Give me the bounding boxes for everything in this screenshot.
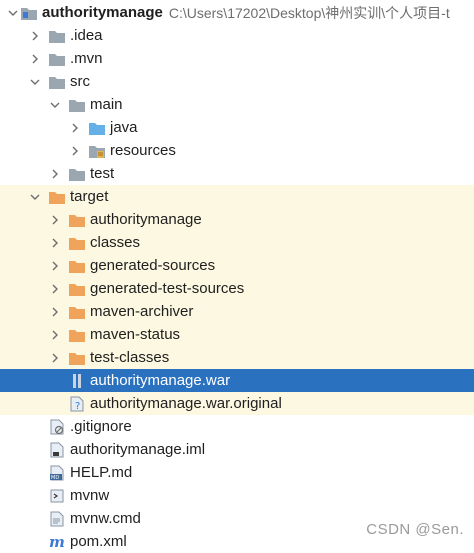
chevron-right-icon[interactable] [48,351,62,365]
chevron-right-icon[interactable] [48,259,62,273]
tree-item-label: authoritymanage.iml [70,441,206,458]
tree-item-label: src [70,73,90,90]
tree-item-iml[interactable]: authoritymanage.iml [0,438,474,461]
tree-item-label: pom.xml [70,533,127,550]
tree-item-maven-archiver[interactable]: maven-archiver [0,300,474,323]
watermark-text: CSDN @Sen. [366,521,464,538]
tree-item-label: java [110,119,138,136]
tree-item-label: authoritymanage.war [90,372,231,389]
chevron-right-icon[interactable] [48,213,62,227]
unknown-file-icon: ? [68,396,86,412]
chevron-down-icon[interactable] [48,98,62,112]
tree-item-mvn[interactable]: .mvn [0,47,474,70]
tree-item-label: classes [90,234,141,251]
module-file-icon [48,442,66,458]
tree-item-target[interactable]: target [0,185,474,208]
tree-item-test-classes[interactable]: test-classes [0,346,474,369]
tree-item-generated-test-sources[interactable]: generated-test-sources [0,277,474,300]
svg-text:m: m [49,534,65,550]
folder-icon [48,28,66,44]
tree-item-label: maven-status [90,326,181,343]
folder-icon [48,51,66,67]
tree-item-resources[interactable]: resources [0,139,474,162]
shell-script-icon [48,488,66,504]
tree-item-label: .gitignore [70,418,132,435]
tree-item-label: .mvn [70,50,103,67]
module-folder-icon [20,5,38,21]
chevron-right-icon[interactable] [48,167,62,181]
project-path: C:\Users\17202\Desktop\神州实训\个人项目-t [168,4,450,21]
excluded-folder-icon [68,212,86,228]
chevron-right-icon[interactable] [48,282,62,296]
excluded-folder-icon [68,327,86,343]
chevron-down-icon[interactable] [28,190,42,204]
tree-item-maven-status[interactable]: maven-status [0,323,474,346]
tree-item-label: main [90,96,123,113]
chevron-right-icon[interactable] [28,29,42,43]
tree-item-label: mvnw.cmd [70,510,141,527]
excluded-folder-icon [68,258,86,274]
tree-item-mvnw[interactable]: mvnw [0,484,474,507]
chevron-right-icon[interactable] [48,236,62,250]
tree-item-target-authoritymanage[interactable]: authoritymanage [0,208,474,231]
tree-item-label: resources [110,142,176,159]
tree-item-test[interactable]: test [0,162,474,185]
resources-folder-icon [88,143,106,159]
tree-item-label: maven-archiver [90,303,194,320]
tree-item-idea[interactable]: .idea [0,24,474,47]
chevron-right-icon[interactable] [48,305,62,319]
tree-item-war-original-file[interactable]: ? authoritymanage.war.original [0,392,474,415]
excluded-folder-icon [68,304,86,320]
tree-item-label: .idea [70,27,103,44]
excluded-folder-icon [68,350,86,366]
tree-item-label: test [90,165,115,182]
tree-item-label: mvnw [70,487,110,504]
tree-item-label: HELP.md [70,464,133,481]
tree-item-label: test-classes [90,349,170,366]
folder-icon [68,166,86,182]
tree-item-gitignore[interactable]: .gitignore [0,415,474,438]
markdown-file-icon: MD [48,465,66,481]
tree-item-src[interactable]: src [0,70,474,93]
tree-item-war-file[interactable]: authoritymanage.war [0,369,474,392]
tree-item-java[interactable]: java [0,116,474,139]
source-folder-icon [88,120,106,136]
chevron-down-icon[interactable] [6,6,20,20]
folder-icon [68,97,86,113]
excluded-folder-icon [48,189,66,205]
excluded-folder-icon [68,235,86,251]
folder-icon [48,74,66,90]
tree-item-classes[interactable]: classes [0,231,474,254]
chevron-right-icon[interactable] [28,52,42,66]
tree-item-label: generated-sources [90,257,216,274]
tree-item-project-root[interactable]: authoritymanage C:\Users\17202\Desktop\神… [0,1,474,24]
tree-item-label: target [70,188,109,205]
chevron-right-icon[interactable] [68,144,82,158]
project-name: authoritymanage [42,4,163,21]
text-file-icon [48,511,66,527]
tree-item-label: authoritymanage [90,211,202,228]
svg-text:?: ? [75,401,80,412]
chevron-right-icon[interactable] [68,121,82,135]
tree-item-label: authoritymanage.war.original [90,395,282,412]
tree-item-main[interactable]: main [0,93,474,116]
excluded-folder-icon [68,281,86,297]
chevron-right-icon[interactable] [48,328,62,342]
ignore-file-icon [48,419,66,435]
maven-icon: m [48,534,66,550]
tree-item-help-md[interactable]: MD HELP.md [0,461,474,484]
tree-item-label: generated-test-sources [90,280,245,297]
chevron-down-icon[interactable] [28,75,42,89]
archive-file-icon [68,373,86,389]
svg-text:MD: MD [51,475,59,481]
tree-item-generated-sources[interactable]: generated-sources [0,254,474,277]
